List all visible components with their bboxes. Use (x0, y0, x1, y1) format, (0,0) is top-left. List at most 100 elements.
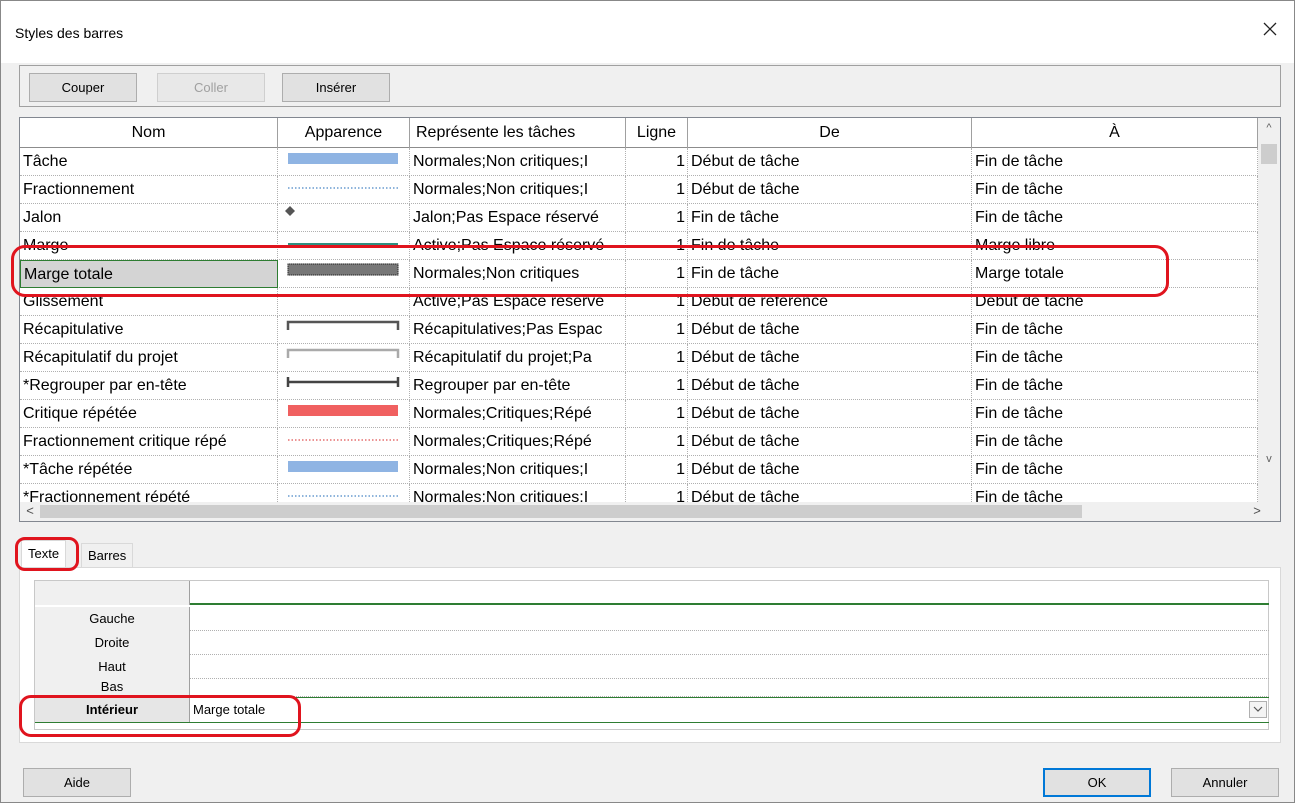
row-name-cell[interactable]: Fractionnement (20, 176, 278, 204)
row-from-cell[interactable]: Fin de tâche (688, 204, 972, 232)
row-represents-cell[interactable]: Normales;Non critiques (410, 260, 626, 288)
scroll-up-icon[interactable]: ^ (1262, 121, 1276, 135)
interior-text-field[interactable]: Marge totale (190, 698, 1269, 722)
scroll-left-icon[interactable]: < (23, 504, 37, 518)
row-name-cell[interactable]: Marge (20, 232, 278, 260)
row-represents-cell[interactable]: Récapitulatives;Pas Espac (410, 316, 626, 344)
paste-button[interactable]: Coller (157, 73, 265, 102)
row-to-cell[interactable]: Fin de tâche (972, 372, 1258, 400)
row-name-cell[interactable]: Récapitulative (20, 316, 278, 344)
cut-button[interactable]: Couper (29, 73, 137, 102)
column-header-name[interactable]: Nom (20, 118, 278, 148)
row-represents-cell[interactable]: Récapitulatif du projet;Pa (410, 344, 626, 372)
row-from-cell[interactable]: Début de tâche (688, 316, 972, 344)
row-appearance-cell[interactable] (278, 400, 410, 428)
row-name-cell[interactable]: Marge totale (20, 260, 278, 288)
table-row[interactable]: Glissement Active;Pas Espace réservé 1 Débu… (20, 288, 1258, 316)
row-name-cell[interactable]: *Tâche répétée (20, 456, 278, 484)
row-appearance-cell[interactable] (278, 260, 410, 288)
text-row-interieur[interactable]: Intérieur Marge totale (35, 697, 1269, 723)
ok-button[interactable]: OK (1043, 768, 1151, 797)
row-represents-cell[interactable]: Normales;Critiques;Répé (410, 428, 626, 456)
row-to-cell[interactable]: Fin de tâche (972, 400, 1258, 428)
row-represents-cell[interactable]: Regrouper par en-tête (410, 372, 626, 400)
cancel-button[interactable]: Annuler (1171, 768, 1279, 797)
row-name-cell[interactable]: Jalon (20, 204, 278, 232)
row-to-cell[interactable]: Début de tâche (972, 288, 1258, 316)
column-header-from[interactable]: De (688, 118, 972, 148)
row-represents-cell[interactable]: Active;Pas Espace réservé (410, 288, 626, 316)
row-name-cell[interactable]: Glissement (20, 288, 278, 316)
row-name-cell[interactable]: Critique répétée (20, 400, 278, 428)
row-to-cell[interactable]: Fin de tâche (972, 316, 1258, 344)
table-row[interactable]: Marge totale Normales;Non critiques 1 Fin d… (20, 260, 1258, 288)
row-line-cell[interactable]: 1 (626, 260, 688, 288)
interior-dropdown-button[interactable] (1249, 701, 1267, 718)
row-to-cell[interactable]: Marge totale (972, 260, 1258, 288)
close-icon[interactable] (1260, 19, 1280, 39)
row-line-cell[interactable]: 1 (626, 400, 688, 428)
row-to-cell[interactable]: Fin de tâche (972, 344, 1258, 372)
row-from-cell[interactable]: Début de tâche (688, 176, 972, 204)
text-row-bas[interactable]: Bas (35, 679, 1269, 697)
table-row[interactable]: *Regrouper par en-tête Regrouper par en-t… (20, 372, 1258, 400)
table-row[interactable]: Critique répétée Normales;Critiques;Répé 1… (20, 400, 1258, 428)
row-appearance-cell[interactable] (278, 456, 410, 484)
row-from-cell[interactable]: Début de tâche (688, 456, 972, 484)
row-represents-cell[interactable]: Normales;Non critiques;I (410, 148, 626, 176)
row-line-cell[interactable]: 1 (626, 288, 688, 316)
table-row[interactable]: *Tâche répétée Normales;Non critiques;I 1 D… (20, 456, 1258, 484)
row-line-cell[interactable]: 1 (626, 176, 688, 204)
row-name-cell[interactable]: Tâche (20, 148, 278, 176)
row-from-cell[interactable]: Début de tâche (688, 148, 972, 176)
row-name-cell[interactable]: Fractionnement critique répé (20, 428, 278, 456)
row-to-cell[interactable]: Fin de tâche (972, 428, 1258, 456)
insert-button[interactable]: Insérer (282, 73, 390, 102)
text-row-value[interactable] (190, 679, 1269, 696)
row-to-cell[interactable]: Marge libre (972, 232, 1258, 260)
row-from-cell[interactable]: Début de tâche (688, 428, 972, 456)
row-name-cell[interactable]: Récapitulatif du projet (20, 344, 278, 372)
row-appearance-cell[interactable] (278, 372, 410, 400)
row-represents-cell[interactable]: Active;Pas Espace réservé (410, 232, 626, 260)
scroll-down-icon[interactable]: v (1262, 452, 1276, 466)
help-button[interactable]: Aide (23, 768, 131, 797)
row-appearance-cell[interactable] (278, 288, 410, 316)
tab-barres[interactable]: Barres (81, 543, 134, 568)
row-line-cell[interactable]: 1 (626, 428, 688, 456)
table-row[interactable]: Récapitulative Récapitulatives;Pas Espac 1… (20, 316, 1258, 344)
table-row[interactable]: Tâche Normales;Non critiques;I 1 Début de t… (20, 148, 1258, 176)
row-to-cell[interactable]: Fin de tâche (972, 204, 1258, 232)
table-row[interactable]: Marge Active;Pas Espace réservé 1 Fin de tâ… (20, 232, 1258, 260)
bar-styles-grid[interactable]: Nom Apparence Représente les tâches Lign… (19, 117, 1281, 522)
scroll-right-icon[interactable]: > (1250, 504, 1264, 518)
text-row-haut[interactable]: Haut (35, 655, 1269, 679)
vertical-scroll-thumb[interactable] (1261, 144, 1277, 164)
text-row-value[interactable] (190, 631, 1269, 655)
row-from-cell[interactable]: Début de référence (688, 288, 972, 316)
row-line-cell[interactable]: 1 (626, 372, 688, 400)
row-to-cell[interactable]: Fin de tâche (972, 176, 1258, 204)
column-header-appearance[interactable]: Apparence (278, 118, 410, 148)
row-from-cell[interactable]: Début de tâche (688, 372, 972, 400)
row-to-cell[interactable]: Fin de tâche (972, 148, 1258, 176)
row-line-cell[interactable]: 1 (626, 344, 688, 372)
row-represents-cell[interactable]: Normales;Critiques;Répé (410, 400, 626, 428)
row-name-cell[interactable]: *Regrouper par en-tête (20, 372, 278, 400)
row-from-cell[interactable]: Début de tâche (688, 400, 972, 428)
row-appearance-cell[interactable] (278, 204, 410, 232)
vertical-scrollbar[interactable]: ^ v (1258, 118, 1280, 503)
text-row-value[interactable] (190, 655, 1269, 679)
row-from-cell[interactable]: Fin de tâche (688, 232, 972, 260)
row-appearance-cell[interactable] (278, 316, 410, 344)
row-represents-cell[interactable]: Normales;Non critiques;I (410, 176, 626, 204)
text-row-value[interactable] (190, 607, 1269, 631)
horizontal-scroll-thumb[interactable] (40, 505, 1082, 518)
tab-texte[interactable]: Texte (21, 540, 67, 570)
row-appearance-cell[interactable] (278, 344, 410, 372)
row-to-cell[interactable]: Fin de tâche (972, 456, 1258, 484)
column-header-line[interactable]: Ligne (626, 118, 688, 148)
row-represents-cell[interactable]: Jalon;Pas Espace réservé (410, 204, 626, 232)
row-line-cell[interactable]: 1 (626, 232, 688, 260)
table-row[interactable]: Jalon Jalon;Pas Espace réservé 1 Fin de tâc… (20, 204, 1258, 232)
